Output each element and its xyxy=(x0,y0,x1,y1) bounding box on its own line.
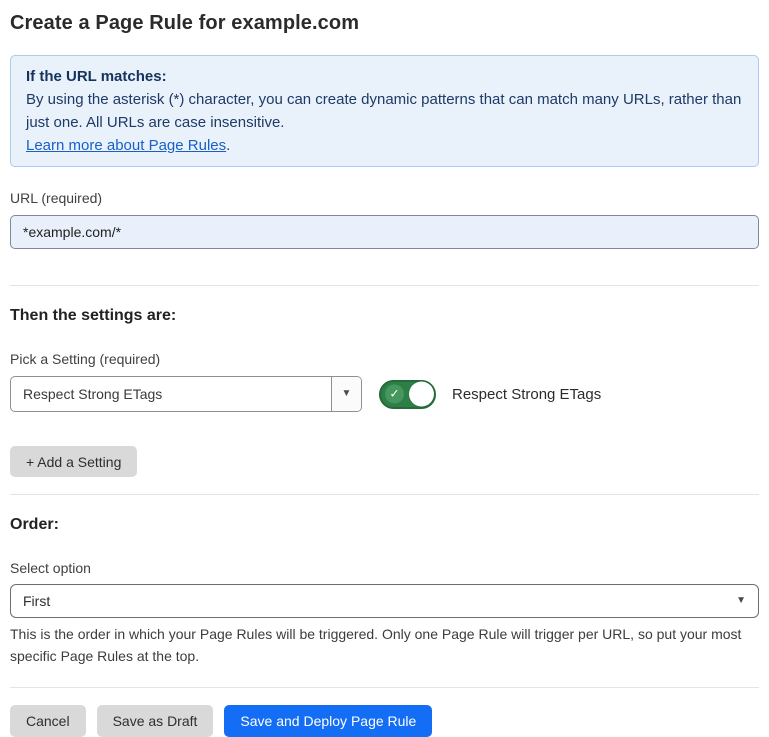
save-draft-button[interactable]: Save as Draft xyxy=(97,705,214,737)
add-setting-button[interactable]: + Add a Setting xyxy=(10,446,137,477)
cancel-button[interactable]: Cancel xyxy=(10,705,86,737)
settings-section-heading: Then the settings are: xyxy=(10,306,759,326)
page-rule-form: Create a Page Rule for example.com If th… xyxy=(0,10,769,737)
save-deploy-button[interactable]: Save and Deploy Page Rule xyxy=(224,705,432,737)
info-box-body: By using the asterisk (*) character, you… xyxy=(26,88,743,134)
setting-toggle-group: ✓ Respect Strong ETags xyxy=(379,380,601,409)
order-select-value: First xyxy=(23,593,736,609)
respect-strong-etags-toggle[interactable]: ✓ xyxy=(379,380,436,409)
setting-select[interactable]: Respect Strong ETags ▼ xyxy=(10,376,362,412)
link-suffix: . xyxy=(226,137,230,154)
setting-row: Respect Strong ETags ▼ ✓ Respect Strong … xyxy=(10,376,759,412)
divider xyxy=(10,494,759,495)
toggle-knob xyxy=(409,382,434,407)
pick-setting-label: Pick a Setting (required) xyxy=(10,350,759,368)
info-box-link-line: Learn more about Page Rules. xyxy=(26,134,743,157)
chevron-down-icon: ▼ xyxy=(736,596,746,606)
learn-more-link[interactable]: Learn more about Page Rules xyxy=(26,137,226,154)
order-help-text: This is the order in which your Page Rul… xyxy=(10,623,755,667)
divider xyxy=(10,285,759,286)
order-section-heading: Order: xyxy=(10,515,759,535)
footer-actions: Cancel Save as Draft Save and Deploy Pag… xyxy=(10,705,759,737)
setting-select-arrow-button[interactable]: ▼ xyxy=(331,377,361,411)
page-title: Create a Page Rule for example.com xyxy=(10,10,759,36)
url-matches-info-box: If the URL matches: By using the asteris… xyxy=(10,55,759,167)
order-select[interactable]: First ▼ xyxy=(10,584,759,618)
info-box-heading: If the URL matches: xyxy=(26,65,743,88)
divider xyxy=(10,687,759,688)
setting-select-value: Respect Strong ETags xyxy=(11,377,331,411)
order-select-label: Select option xyxy=(10,559,759,577)
toggle-label: Respect Strong ETags xyxy=(452,386,601,403)
url-field-label: URL (required) xyxy=(10,189,759,207)
check-icon: ✓ xyxy=(385,385,404,404)
chevron-down-icon: ▼ xyxy=(342,389,352,399)
url-input[interactable] xyxy=(10,215,759,249)
